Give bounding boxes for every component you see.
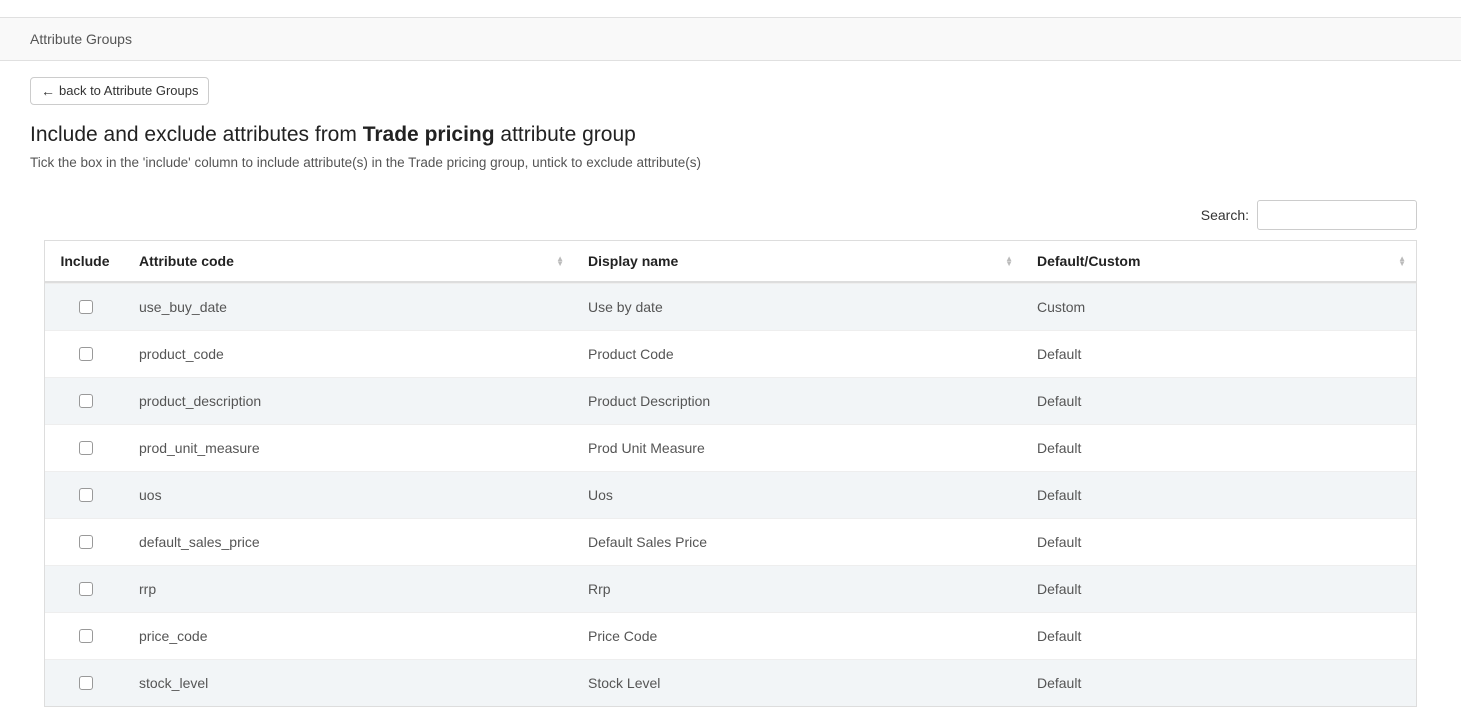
include-checkbox[interactable]: [79, 488, 93, 502]
column-header-default-custom[interactable]: Default/Custom ▲▼: [1023, 241, 1416, 283]
include-checkbox[interactable]: [79, 300, 93, 314]
cell-include: [45, 659, 125, 706]
table-row: default_sales_priceDefault Sales PriceDe…: [45, 518, 1416, 565]
page-subtitle: Tick the box in the 'include' column to …: [30, 155, 1431, 170]
attributes-table: Include Attribute code ▲▼ Display name ▲…: [44, 240, 1417, 707]
cell-attribute-code: default_sales_price: [125, 518, 574, 565]
cell-include: [45, 518, 125, 565]
search-input[interactable]: [1257, 200, 1417, 230]
cell-default-custom: Default: [1023, 659, 1416, 706]
column-header-include: Include: [45, 241, 125, 283]
sort-icon: ▲▼: [1005, 256, 1013, 266]
arrow-left-icon: ←: [41, 84, 55, 98]
cell-display-name: Rrp: [574, 565, 1023, 612]
table-row: stock_levelStock LevelDefault: [45, 659, 1416, 706]
cell-include: [45, 283, 125, 330]
cell-attribute-code: product_description: [125, 377, 574, 424]
cell-include: [45, 377, 125, 424]
table-row: uosUosDefault: [45, 471, 1416, 518]
cell-default-custom: Custom: [1023, 283, 1416, 330]
sort-icon: ▲▼: [556, 256, 564, 266]
cell-include: [45, 330, 125, 377]
page-title: Include and exclude attributes from Trad…: [30, 123, 1431, 147]
cell-display-name: Prod Unit Measure: [574, 424, 1023, 471]
cell-include: [45, 565, 125, 612]
cell-default-custom: Default: [1023, 377, 1416, 424]
table-row: price_codePrice CodeDefault: [45, 612, 1416, 659]
cell-include: [45, 471, 125, 518]
cell-attribute-code: product_code: [125, 330, 574, 377]
cell-display-name: Price Code: [574, 612, 1023, 659]
column-header-display-name[interactable]: Display name ▲▼: [574, 241, 1023, 283]
breadcrumb-current: Attribute Groups: [30, 31, 132, 47]
cell-attribute-code: use_buy_date: [125, 283, 574, 330]
include-checkbox[interactable]: [79, 582, 93, 596]
cell-display-name: Product Code: [574, 330, 1023, 377]
cell-default-custom: Default: [1023, 518, 1416, 565]
column-header-attribute-code[interactable]: Attribute code ▲▼: [125, 241, 574, 283]
cell-display-name: Product Description: [574, 377, 1023, 424]
cell-display-name: Use by date: [574, 283, 1023, 330]
include-checkbox[interactable]: [79, 441, 93, 455]
include-checkbox[interactable]: [79, 629, 93, 643]
include-checkbox[interactable]: [79, 347, 93, 361]
table-row: use_buy_dateUse by dateCustom: [45, 283, 1416, 330]
cell-display-name: Uos: [574, 471, 1023, 518]
include-checkbox[interactable]: [79, 535, 93, 549]
table-row: product_descriptionProduct DescriptionDe…: [45, 377, 1416, 424]
cell-default-custom: Default: [1023, 565, 1416, 612]
table-header-row: Include Attribute code ▲▼ Display name ▲…: [45, 241, 1416, 283]
cell-include: [45, 612, 125, 659]
table-row: prod_unit_measureProd Unit MeasureDefaul…: [45, 424, 1416, 471]
table-row: rrpRrpDefault: [45, 565, 1416, 612]
back-button[interactable]: ← back to Attribute Groups: [30, 77, 209, 105]
cell-attribute-code: price_code: [125, 612, 574, 659]
sort-icon: ▲▼: [1398, 256, 1406, 266]
cell-default-custom: Default: [1023, 424, 1416, 471]
cell-attribute-code: rrp: [125, 565, 574, 612]
cell-display-name: Default Sales Price: [574, 518, 1023, 565]
include-checkbox[interactable]: [79, 676, 93, 690]
cell-attribute-code: uos: [125, 471, 574, 518]
search-wrap: Search:: [44, 200, 1417, 230]
include-checkbox[interactable]: [79, 394, 93, 408]
cell-default-custom: Default: [1023, 330, 1416, 377]
cell-default-custom: Default: [1023, 471, 1416, 518]
back-button-label: back to Attribute Groups: [59, 83, 198, 99]
search-label: Search:: [1201, 207, 1249, 223]
cell-attribute-code: prod_unit_measure: [125, 424, 574, 471]
cell-default-custom: Default: [1023, 612, 1416, 659]
table-row: product_codeProduct CodeDefault: [45, 330, 1416, 377]
cell-display-name: Stock Level: [574, 659, 1023, 706]
breadcrumb: Attribute Groups: [0, 17, 1461, 61]
cell-attribute-code: stock_level: [125, 659, 574, 706]
cell-include: [45, 424, 125, 471]
